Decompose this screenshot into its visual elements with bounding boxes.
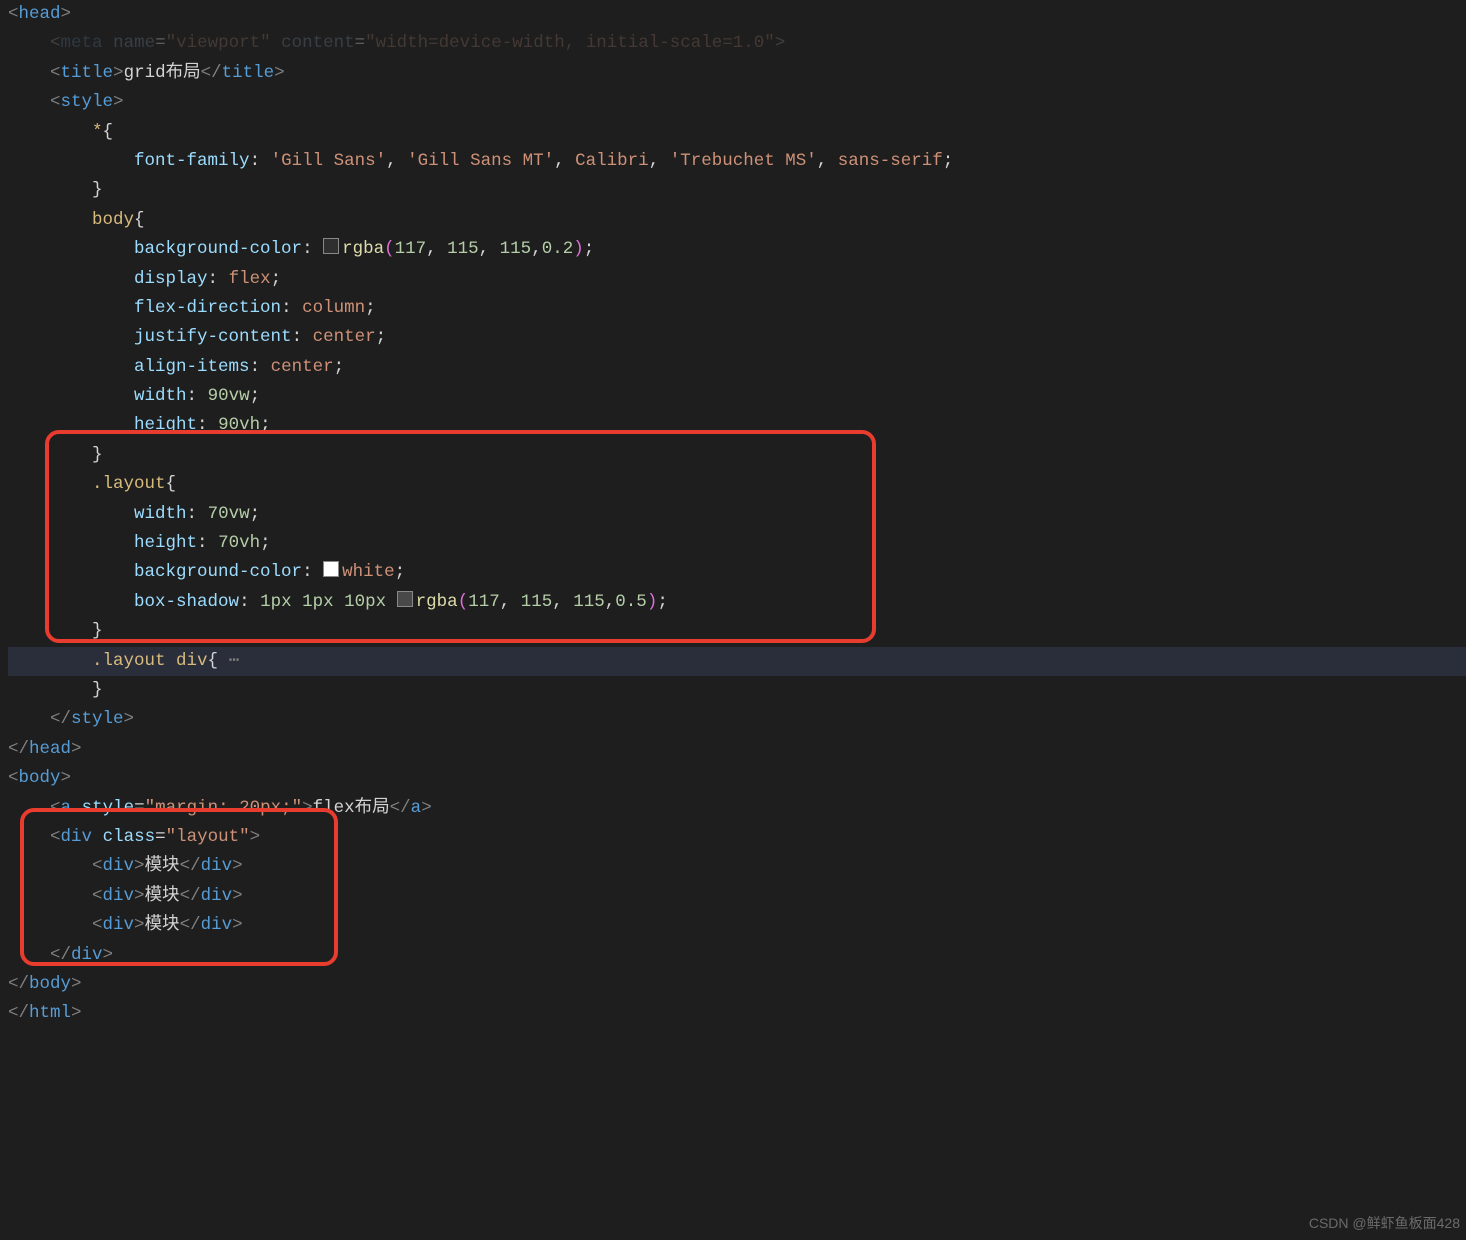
color-swatch-icon bbox=[323, 238, 339, 254]
code-line: .layout{ bbox=[8, 470, 1466, 499]
code-line: <body> bbox=[8, 764, 1466, 793]
code-line: <div>模块</div> bbox=[8, 882, 1466, 911]
code-line: } bbox=[8, 441, 1466, 470]
code-editor[interactable]: <head> <meta name="viewport" content="wi… bbox=[0, 0, 1466, 1029]
code-line: <style> bbox=[8, 88, 1466, 117]
code-line: <title>grid布局</title> bbox=[8, 59, 1466, 88]
code-line: height: 70vh; bbox=[8, 529, 1466, 558]
code-line: } bbox=[8, 617, 1466, 646]
code-line: *{ bbox=[8, 118, 1466, 147]
code-line: font-family: 'Gill Sans', 'Gill Sans MT'… bbox=[8, 147, 1466, 176]
code-line: <a style="margin: 20px;">flex布局</a> bbox=[8, 794, 1466, 823]
code-line: <meta name="viewport" content="width=dev… bbox=[8, 29, 1466, 58]
code-line: </head> bbox=[8, 735, 1466, 764]
code-line: } bbox=[8, 176, 1466, 205]
code-line: <div>模块</div> bbox=[8, 911, 1466, 940]
code-line: height: 90vh; bbox=[8, 411, 1466, 440]
code-line: width: 90vw; bbox=[8, 382, 1466, 411]
color-swatch-icon bbox=[323, 561, 339, 577]
code-line: box-shadow: 1px 1px 10px rgba(117, 115, … bbox=[8, 588, 1466, 617]
code-line: </style> bbox=[8, 705, 1466, 734]
code-line: </div> bbox=[8, 941, 1466, 970]
code-line: background-color: rgba(117, 115, 115,0.2… bbox=[8, 235, 1466, 264]
code-line: align-items: center; bbox=[8, 353, 1466, 382]
code-line: <div>模块</div> bbox=[8, 852, 1466, 881]
color-swatch-icon bbox=[397, 591, 413, 607]
code-line: justify-content: center; bbox=[8, 323, 1466, 352]
watermark: CSDN @鲜虾鱼板面428 bbox=[1309, 1209, 1460, 1238]
code-line: width: 70vw; bbox=[8, 500, 1466, 529]
title-text: grid布局 bbox=[124, 63, 201, 83]
code-line: <head> bbox=[8, 0, 1466, 29]
code-line: <div class="layout"> bbox=[8, 823, 1466, 852]
code-line: </body> bbox=[8, 970, 1466, 999]
code-line: display: flex; bbox=[8, 265, 1466, 294]
code-line: flex-direction: column; bbox=[8, 294, 1466, 323]
code-line: } bbox=[8, 676, 1466, 705]
code-line: </html> bbox=[8, 999, 1466, 1028]
code-line-active: .layout div{ ⋯ bbox=[8, 647, 1466, 676]
code-line: body{ bbox=[8, 206, 1466, 235]
fold-ellipsis-icon[interactable]: ⋯ bbox=[218, 651, 239, 671]
code-line: background-color: white; bbox=[8, 558, 1466, 587]
